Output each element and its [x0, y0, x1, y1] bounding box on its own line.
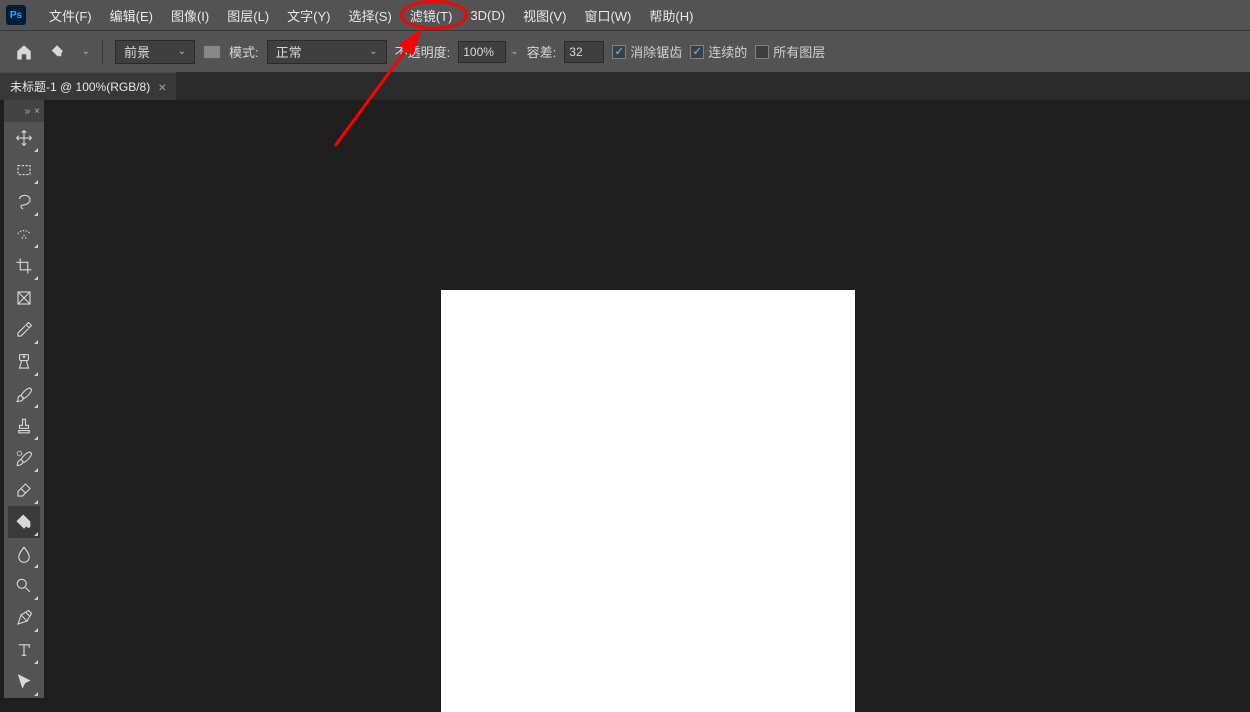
path-select-tool[interactable]	[8, 666, 40, 698]
menu-edit[interactable]: 编辑(E)	[101, 2, 162, 29]
options-bar: ⌄ 前景 ⌄ 模式: 正常 ⌄ 不透明度: ⌄ 容差: 消除锯齿 连续的 所有图…	[0, 30, 1250, 72]
eraser-tool[interactable]	[8, 474, 40, 506]
stamp-tool[interactable]	[8, 410, 40, 442]
contiguous-checkbox-wrap[interactable]: 连续的	[690, 42, 747, 61]
marquee-tool[interactable]	[8, 154, 40, 186]
mode-select[interactable]: 正常 ⌄	[267, 40, 387, 64]
dodge-tool[interactable]	[8, 570, 40, 602]
document-tabbar: 未标题-1 @ 100%(RGB/8) ×	[0, 72, 1250, 100]
tool-preset-button[interactable]: ⌄	[48, 38, 90, 66]
tolerance-label: 容差:	[527, 42, 557, 61]
canvas[interactable]	[441, 290, 855, 712]
menu-view[interactable]: 视图(V)	[514, 2, 575, 29]
menubar: Ps 文件(F) 编辑(E) 图像(I) 图层(L) 文字(Y) 选择(S) 滤…	[0, 0, 1250, 30]
menu-help[interactable]: 帮助(H)	[640, 2, 702, 29]
menu-image[interactable]: 图像(I)	[162, 2, 218, 29]
collapse-icon[interactable]: »	[25, 106, 31, 117]
move-tool[interactable]	[8, 122, 40, 154]
mode-value: 正常	[276, 42, 302, 61]
toolbar-header: » ×	[4, 100, 44, 122]
blur-tool[interactable]	[8, 538, 40, 570]
menu-file[interactable]: 文件(F)	[40, 2, 101, 29]
healing-tool[interactable]	[8, 346, 40, 378]
bucket-icon	[48, 43, 66, 61]
all-layers-checkbox-wrap[interactable]: 所有图层	[755, 42, 825, 61]
pen-tool[interactable]	[8, 602, 40, 634]
menu-window[interactable]: 窗口(W)	[575, 2, 640, 29]
foreground-select[interactable]: 前景 ⌄	[115, 40, 195, 64]
menu-select[interactable]: 选择(S)	[339, 2, 400, 29]
antialias-checkbox-wrap[interactable]: 消除锯齿	[612, 42, 682, 61]
frame-tool[interactable]	[8, 282, 40, 314]
divider	[102, 39, 103, 65]
color-swatch[interactable]	[203, 45, 221, 59]
bucket-tool[interactable]	[8, 506, 40, 538]
chevron-down-icon: ⌄	[369, 46, 377, 57]
menu-filter[interactable]: 滤镜(T)	[401, 2, 462, 29]
tools-panel: » ×	[4, 100, 44, 698]
app-logo: Ps	[6, 5, 26, 25]
document-tab[interactable]: 未标题-1 @ 100%(RGB/8) ×	[0, 72, 176, 100]
all-layers-label: 所有图层	[773, 42, 825, 61]
home-button[interactable]	[8, 38, 40, 66]
contiguous-label: 连续的	[708, 42, 747, 61]
lasso-tool[interactable]	[8, 186, 40, 218]
opacity-label: 不透明度:	[395, 42, 451, 61]
menu-3d[interactable]: 3D(D)	[461, 4, 514, 27]
home-icon	[15, 43, 33, 61]
type-tool[interactable]	[8, 634, 40, 666]
menu-type[interactable]: 文字(Y)	[278, 2, 339, 29]
antialias-checkbox[interactable]	[612, 45, 626, 59]
all-layers-checkbox[interactable]	[755, 45, 769, 59]
quick-select-tool[interactable]	[8, 218, 40, 250]
close-icon[interactable]: ×	[158, 79, 166, 95]
workspace	[46, 100, 1250, 712]
brush-tool[interactable]	[8, 378, 40, 410]
chevron-down-icon: ⌄	[510, 46, 518, 57]
history-brush-tool[interactable]	[8, 442, 40, 474]
tolerance-input[interactable]	[564, 41, 604, 63]
close-icon[interactable]: ×	[34, 106, 40, 117]
antialias-label: 消除锯齿	[630, 42, 682, 61]
foreground-label: 前景	[124, 42, 150, 61]
opacity-input[interactable]	[458, 41, 506, 63]
chevron-down-icon: ⌄	[178, 46, 186, 57]
contiguous-checkbox[interactable]	[690, 45, 704, 59]
menu-layer[interactable]: 图层(L)	[218, 2, 278, 29]
crop-tool[interactable]	[8, 250, 40, 282]
chevron-down-icon: ⌄	[82, 46, 90, 57]
mode-label: 模式:	[229, 42, 259, 61]
eyedropper-tool[interactable]	[8, 314, 40, 346]
document-tab-title: 未标题-1 @ 100%(RGB/8)	[10, 78, 150, 95]
